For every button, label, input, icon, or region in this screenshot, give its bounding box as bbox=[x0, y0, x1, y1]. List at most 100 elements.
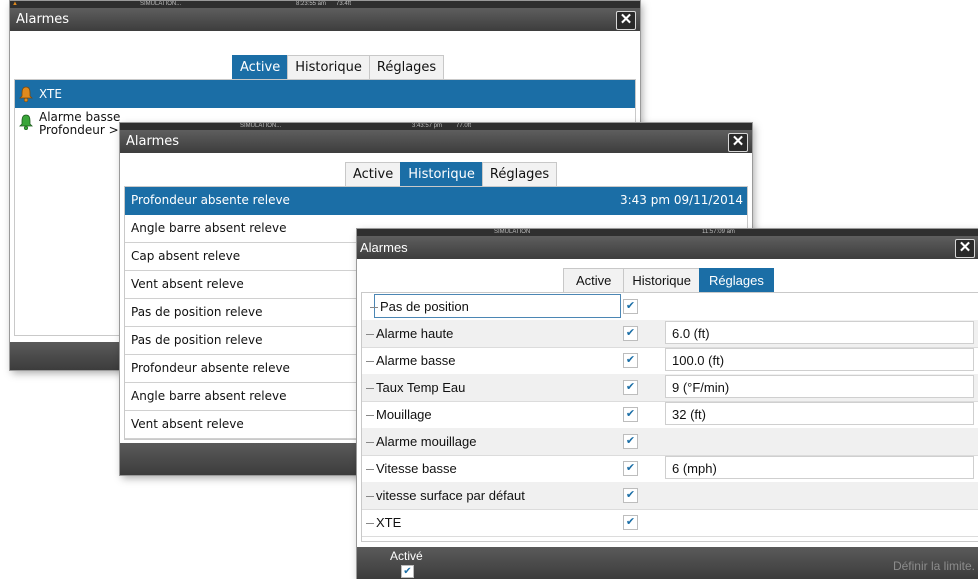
checkbox[interactable]: ✔ bbox=[623, 380, 638, 395]
checkmark-icon: ✔ bbox=[625, 381, 636, 393]
tab-reglages[interactable]: Réglages bbox=[481, 162, 558, 187]
close-icon: ✕ bbox=[619, 11, 633, 28]
checkmark-icon: ✔ bbox=[625, 327, 636, 339]
setting-row[interactable]: Vitesse basse ✔ 6 (mph) bbox=[362, 455, 978, 483]
title-bar: Alarmes ✕ bbox=[120, 130, 752, 153]
history-label: Cap absent releve bbox=[131, 249, 241, 263]
status-time: 8:23:55 am bbox=[296, 1, 327, 7]
bell-icon bbox=[19, 86, 33, 102]
checkbox[interactable]: ✔ bbox=[623, 515, 638, 530]
active-checkbox[interactable]: ✔ bbox=[401, 565, 414, 578]
checkmark-icon: ✔ bbox=[625, 300, 636, 312]
bell-icon bbox=[19, 114, 33, 130]
tab-reglages[interactable]: Réglages bbox=[368, 55, 445, 80]
window-title: Alarmes bbox=[360, 240, 408, 255]
close-icon: ✕ bbox=[731, 133, 745, 150]
history-label: Profondeur absente releve bbox=[131, 361, 290, 375]
alarm-row-xte[interactable]: XTE bbox=[15, 80, 635, 108]
history-label: Pas de position releve bbox=[131, 305, 263, 319]
checkbox[interactable]: ✔ bbox=[623, 488, 638, 503]
window-title: Alarmes bbox=[126, 134, 180, 149]
tab-active[interactable]: Active bbox=[563, 268, 625, 293]
checkmark-icon: ✔ bbox=[625, 489, 636, 501]
setting-row[interactable]: Alarme basse ✔ 100.0 (ft) bbox=[362, 347, 978, 375]
alarms-window-reglages: SIMULATION 11:57:09 am Alarmes ✕ Active … bbox=[357, 229, 978, 579]
tab-bar: Active Historique Réglages bbox=[232, 55, 445, 80]
setting-row[interactable]: Alarme mouillage ✔ bbox=[362, 428, 978, 456]
history-label: Profondeur absente releve bbox=[131, 193, 290, 207]
checkbox[interactable]: ✔ bbox=[623, 299, 638, 314]
history-label: Angle barre absent releve bbox=[131, 221, 287, 235]
status-bar: SIMULATION 11:57:09 am bbox=[357, 229, 978, 236]
status-time: 3:43:57 pm bbox=[412, 123, 443, 129]
history-row[interactable]: Profondeur absente releve 3:43 pm 09/11/… bbox=[125, 187, 747, 215]
active-label: Activé bbox=[390, 549, 423, 563]
setting-row[interactable]: Mouillage ✔ 32 (ft) bbox=[362, 401, 978, 429]
value-field[interactable]: 6 (mph) bbox=[665, 456, 974, 479]
setting-label: Alarme haute bbox=[365, 326, 454, 341]
checkmark-icon: ✔ bbox=[625, 516, 636, 528]
checkmark-icon: ✔ bbox=[625, 462, 636, 474]
tab-active[interactable]: Active bbox=[345, 162, 402, 187]
status-depth: 73.4ft bbox=[336, 1, 352, 7]
value-field[interactable]: 6.0 (ft) bbox=[665, 321, 974, 344]
alarm-label: XTE bbox=[39, 87, 62, 101]
tab-active[interactable]: Active bbox=[232, 55, 289, 80]
value-field[interactable]: 32 (ft) bbox=[665, 402, 974, 425]
window-title: Alarmes bbox=[16, 12, 70, 27]
history-time: 3:43 pm 09/11/2014 bbox=[619, 193, 743, 207]
close-button[interactable]: ✕ bbox=[616, 11, 636, 30]
history-label: Vent absent releve bbox=[131, 417, 244, 431]
setting-row[interactable]: XTE ✔ bbox=[362, 509, 978, 537]
title-bar: Alarmes ✕ bbox=[357, 236, 978, 259]
status-simulation: SIMULATION... bbox=[240, 123, 282, 129]
status-simulation: SIMULATION... bbox=[140, 1, 182, 7]
status-bar: SIMULATION... 3:43:57 pm 77.0ft bbox=[120, 123, 752, 130]
setting-label: vitesse surface par défaut bbox=[366, 488, 525, 503]
status-depth: 77.0ft bbox=[456, 123, 472, 129]
checkbox[interactable]: ✔ bbox=[623, 434, 638, 449]
alert-icon: ▲ bbox=[12, 1, 18, 7]
history-label: Pas de position releve bbox=[131, 333, 263, 347]
alarm-label: Alarme basse bbox=[39, 110, 121, 124]
setting-label: Pas de position bbox=[370, 299, 469, 314]
checkbox[interactable]: ✔ bbox=[623, 461, 638, 476]
settings-list: Pas de position ✔ Alarme haute ✔ 6.0 (ft… bbox=[361, 292, 978, 542]
checkbox[interactable]: ✔ bbox=[623, 353, 638, 368]
tab-bar: Active Historique Réglages bbox=[345, 162, 558, 187]
tab-reglages[interactable]: Réglages bbox=[698, 268, 774, 293]
checkmark-icon: ✔ bbox=[403, 566, 412, 577]
define-limit-button[interactable]: Définir la limite. bbox=[893, 559, 975, 573]
close-button[interactable]: ✕ bbox=[955, 239, 975, 258]
setting-label: Mouillage bbox=[366, 407, 432, 422]
value-field[interactable]: 100.0 (ft) bbox=[665, 348, 974, 371]
status-simulation: SIMULATION bbox=[494, 229, 531, 235]
setting-label: Alarme mouillage bbox=[365, 434, 477, 449]
tab-historique[interactable]: Historique bbox=[287, 55, 370, 80]
setting-label: Taux Temp Eau bbox=[365, 380, 466, 395]
checkbox[interactable]: ✔ bbox=[623, 407, 638, 422]
value-field[interactable]: 9 (°F/min) bbox=[665, 375, 974, 398]
title-bar: Alarmes ✕ bbox=[10, 8, 640, 31]
history-label: Vent absent releve bbox=[131, 277, 244, 291]
setting-label: XTE bbox=[365, 515, 402, 530]
close-icon: ✕ bbox=[958, 239, 972, 256]
alarm-detail: Profondeur > 1 bbox=[39, 123, 131, 137]
setting-row[interactable]: Alarme haute ✔ 6.0 (ft) bbox=[362, 320, 978, 348]
setting-row[interactable]: Taux Temp Eau ✔ 9 (°F/min) bbox=[362, 374, 978, 402]
checkmark-icon: ✔ bbox=[625, 408, 636, 420]
tab-historique[interactable]: Historique bbox=[623, 268, 700, 293]
checkbox[interactable]: ✔ bbox=[623, 326, 638, 341]
status-bar: ▲ SIMULATION... 8:23:55 am 73.4ft bbox=[10, 1, 640, 8]
tab-historique[interactable]: Historique bbox=[400, 162, 483, 187]
status-time: 11:57:09 am bbox=[702, 229, 735, 235]
setting-row[interactable]: Pas de position ✔ bbox=[362, 293, 978, 321]
setting-row[interactable]: vitesse surface par défaut ✔ bbox=[362, 482, 978, 510]
footer-bar: Activé ✔ Définir la limite. bbox=[357, 547, 978, 579]
history-label: Angle barre absent releve bbox=[131, 389, 287, 403]
checkmark-icon: ✔ bbox=[625, 435, 636, 447]
close-button[interactable]: ✕ bbox=[728, 133, 748, 152]
setting-label: Vitesse basse bbox=[366, 461, 457, 476]
tab-bar: Active Historique Réglages bbox=[563, 268, 774, 293]
checkmark-icon: ✔ bbox=[625, 354, 636, 366]
